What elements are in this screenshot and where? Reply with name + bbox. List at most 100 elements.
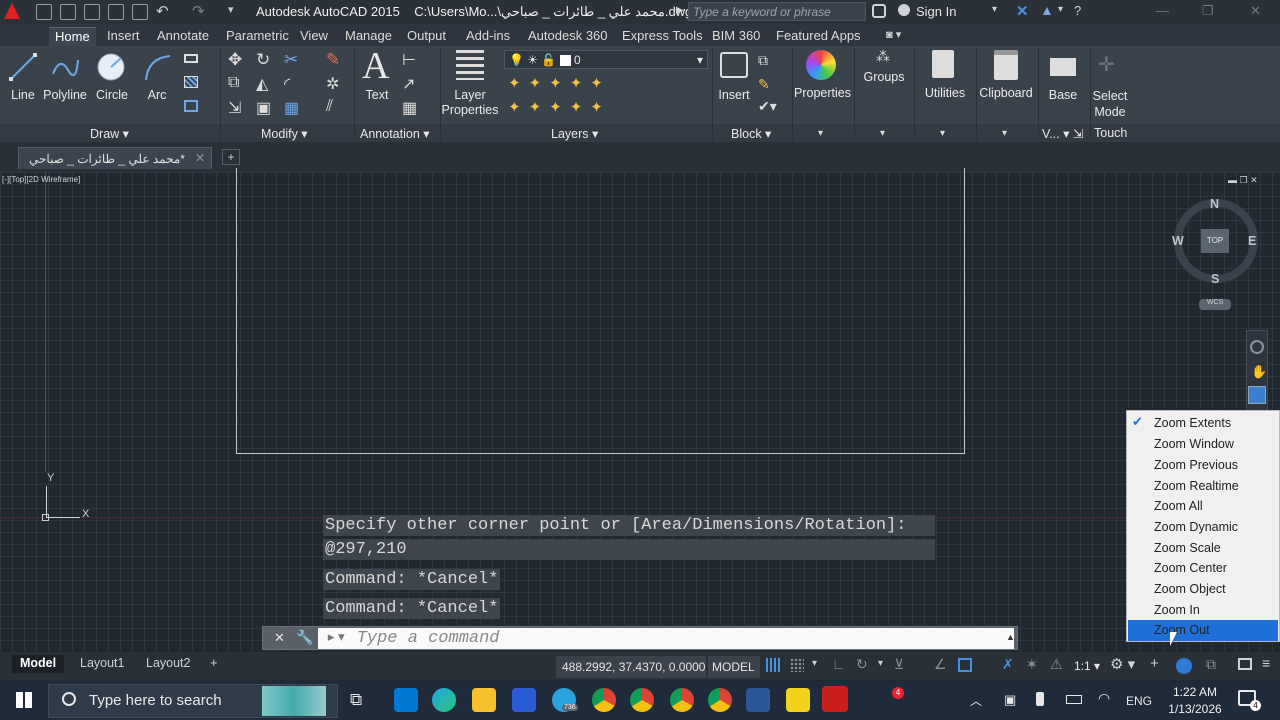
base-button[interactable]: Base [1044, 88, 1082, 102]
annotation-scale-value[interactable]: 1:1 ▾ [1074, 659, 1100, 673]
hatch-icon[interactable] [184, 76, 198, 88]
auto-scale-icon[interactable]: ✶ [1026, 656, 1038, 673]
polyline-button[interactable]: Polyline [42, 88, 88, 102]
compass-east[interactable]: E [1248, 234, 1256, 248]
tab-bim-360[interactable]: BIM 360 [706, 27, 766, 46]
panel-title-view[interactable]: V... ▾ ⇲ [1042, 126, 1083, 141]
menu-item-zoom-center[interactable]: Zoom Center [1154, 561, 1227, 575]
select-mode-icon[interactable]: ✛ [1098, 52, 1115, 77]
pan-hand-icon[interactable]: ✋ [1251, 364, 1267, 380]
windows-start-icon[interactable] [16, 692, 32, 708]
command-input[interactable]: ▸▾ Type a command [318, 628, 1014, 649]
file-explorer-icon[interactable] [472, 688, 496, 712]
groups-button[interactable]: Groups [860, 70, 908, 84]
block-attributes-icon[interactable]: ✔▾ [758, 98, 777, 115]
save-as-icon[interactable] [108, 4, 124, 20]
qat-dropdown-icon[interactable]: ▾ [228, 3, 234, 16]
fillet-icon[interactable]: ◜ [284, 74, 290, 94]
taskbar-clock[interactable]: 1:22 AM 1/13/2026 [1160, 684, 1230, 718]
trim-icon[interactable]: ✂ [284, 50, 298, 70]
properties-color-wheel-icon[interactable] [806, 50, 836, 80]
redo-icon[interactable]: ↷ [192, 2, 205, 20]
isodraft-icon[interactable]: ⊻ [894, 656, 904, 673]
circle-icon[interactable] [96, 52, 126, 82]
new-tab-button[interactable]: + [222, 149, 240, 165]
properties-button[interactable]: Properties [794, 86, 851, 100]
compass-north[interactable]: N [1210, 197, 1219, 211]
minimize-button[interactable]: — [1156, 3, 1169, 18]
isolate-objects-icon[interactable]: ⧉ [1206, 656, 1216, 673]
utilities-dropdown-icon[interactable]: ▾ [940, 128, 945, 139]
edit-block-icon[interactable]: ✎ [758, 76, 770, 93]
menu-item-zoom-object[interactable]: Zoom Object [1154, 582, 1226, 596]
erase-icon[interactable]: ✎ [326, 50, 340, 70]
layer-dropdown[interactable]: 💡 ☀ 🔓 0 ▾ [504, 50, 708, 69]
dimension-icon[interactable]: ⊢ [402, 50, 416, 70]
tab-autodesk-360[interactable]: Autodesk 360 [522, 27, 614, 46]
menu-item-zoom-extents[interactable]: Zoom Extents [1154, 416, 1231, 430]
panel-title-annotation[interactable]: Annotation ▾ [360, 126, 430, 141]
layout-tab-layout2[interactable]: Layout2 [138, 655, 198, 673]
tab-featured-apps[interactable]: Featured Apps [770, 27, 867, 46]
circle-button[interactable]: Circle [92, 88, 132, 102]
new-file-icon[interactable] [36, 4, 52, 20]
annotation-visibility-icon[interactable]: ✗ [1002, 656, 1014, 673]
insert-block-icon[interactable] [720, 52, 748, 78]
snap-dropdown-icon[interactable]: ▾ [812, 658, 817, 669]
panel-title-draw[interactable]: Draw ▾ [90, 126, 129, 141]
base-view-icon[interactable] [1050, 58, 1076, 76]
table-icon[interactable]: ▦ [402, 98, 417, 118]
tab-express-tools[interactable]: Express Tools [616, 27, 709, 46]
menu-item-zoom-dynamic[interactable]: Zoom Dynamic [1154, 520, 1238, 534]
help-icon[interactable]: ? [1074, 3, 1081, 18]
create-block-icon[interactable]: ⧉ [758, 52, 768, 69]
array-icon[interactable]: ▦ [284, 98, 299, 118]
word-icon[interactable] [746, 688, 770, 712]
properties-dropdown-icon[interactable]: ▾ [818, 128, 823, 139]
tab-annotate[interactable]: Annotate [151, 27, 215, 46]
language-indicator[interactable]: ENG [1126, 694, 1152, 708]
plus-icon[interactable]: + [1150, 655, 1159, 672]
menu-item-zoom-all[interactable]: Zoom All [1154, 499, 1203, 513]
polar-dropdown-icon[interactable]: ▾ [878, 658, 883, 669]
sign-in-dropdown-icon[interactable]: ▾ [992, 4, 997, 15]
chrome-icon-2[interactable] [630, 688, 654, 712]
clipboard-icon[interactable] [994, 50, 1018, 80]
insert-button[interactable]: Insert [714, 88, 754, 102]
viewport-controls[interactable]: [-][Top][2D Wireframe] [2, 175, 80, 184]
chrome-icon-4[interactable] [708, 688, 732, 712]
save-app-icon[interactable] [512, 688, 536, 712]
workspace-gear-icon[interactable]: ⚙ ▾ [1110, 655, 1135, 673]
sign-in-button[interactable]: Sign In [916, 4, 956, 19]
close-window-button[interactable]: ✕ [1250, 3, 1261, 19]
rotate-icon[interactable]: ↻ [256, 50, 270, 70]
text-button[interactable]: Text [360, 88, 394, 102]
grid-toggle-icon[interactable] [766, 658, 780, 672]
menu-item-zoom-realtime[interactable]: Zoom Realtime [1154, 479, 1239, 493]
layer-tools-row2-icon[interactable]: ✦✦✦✦✦ [508, 98, 611, 116]
object-snap-icon[interactable] [958, 658, 972, 672]
open-file-icon[interactable] [60, 4, 76, 20]
clipboard-button[interactable]: Clipboard [978, 86, 1034, 100]
mirror-icon[interactable]: ◭ [256, 74, 268, 94]
help-search-input[interactable]: Type a keyword or phrase [688, 2, 866, 21]
close-command-line-icon[interactable]: ✕ [274, 630, 285, 646]
layer-properties-button[interactable]: Layer Properties [440, 88, 500, 118]
search-arrow-icon[interactable]: ▶ [676, 5, 684, 16]
select-mode-button[interactable]: Select Mode [1088, 88, 1132, 120]
polyline-icon[interactable] [50, 52, 80, 82]
layer-tools-row1-icon[interactable]: ✦✦✦✦✦ [508, 74, 611, 92]
menu-item-zoom-scale[interactable]: Zoom Scale [1154, 541, 1221, 555]
viewport-window-controls[interactable]: ▬ ❐ ✕ [1228, 175, 1258, 186]
layout-tab-layout1[interactable]: Layout1 [72, 655, 132, 673]
battery-icon[interactable] [1066, 695, 1082, 704]
tab-home[interactable]: Home [49, 27, 96, 46]
usb-icon[interactable] [1036, 692, 1044, 706]
customize-wrench-icon[interactable]: 🔧 [296, 629, 313, 646]
add-layout-icon[interactable]: + [210, 655, 218, 670]
maximize-button[interactable]: ❐ [1202, 3, 1214, 19]
text-icon[interactable]: A [362, 44, 389, 88]
viewcube-top-face[interactable]: TOP [1201, 229, 1229, 253]
command-history-toggle-icon[interactable]: ▲ [1006, 632, 1015, 642]
panel-title-modify[interactable]: Modify ▾ [261, 126, 308, 141]
